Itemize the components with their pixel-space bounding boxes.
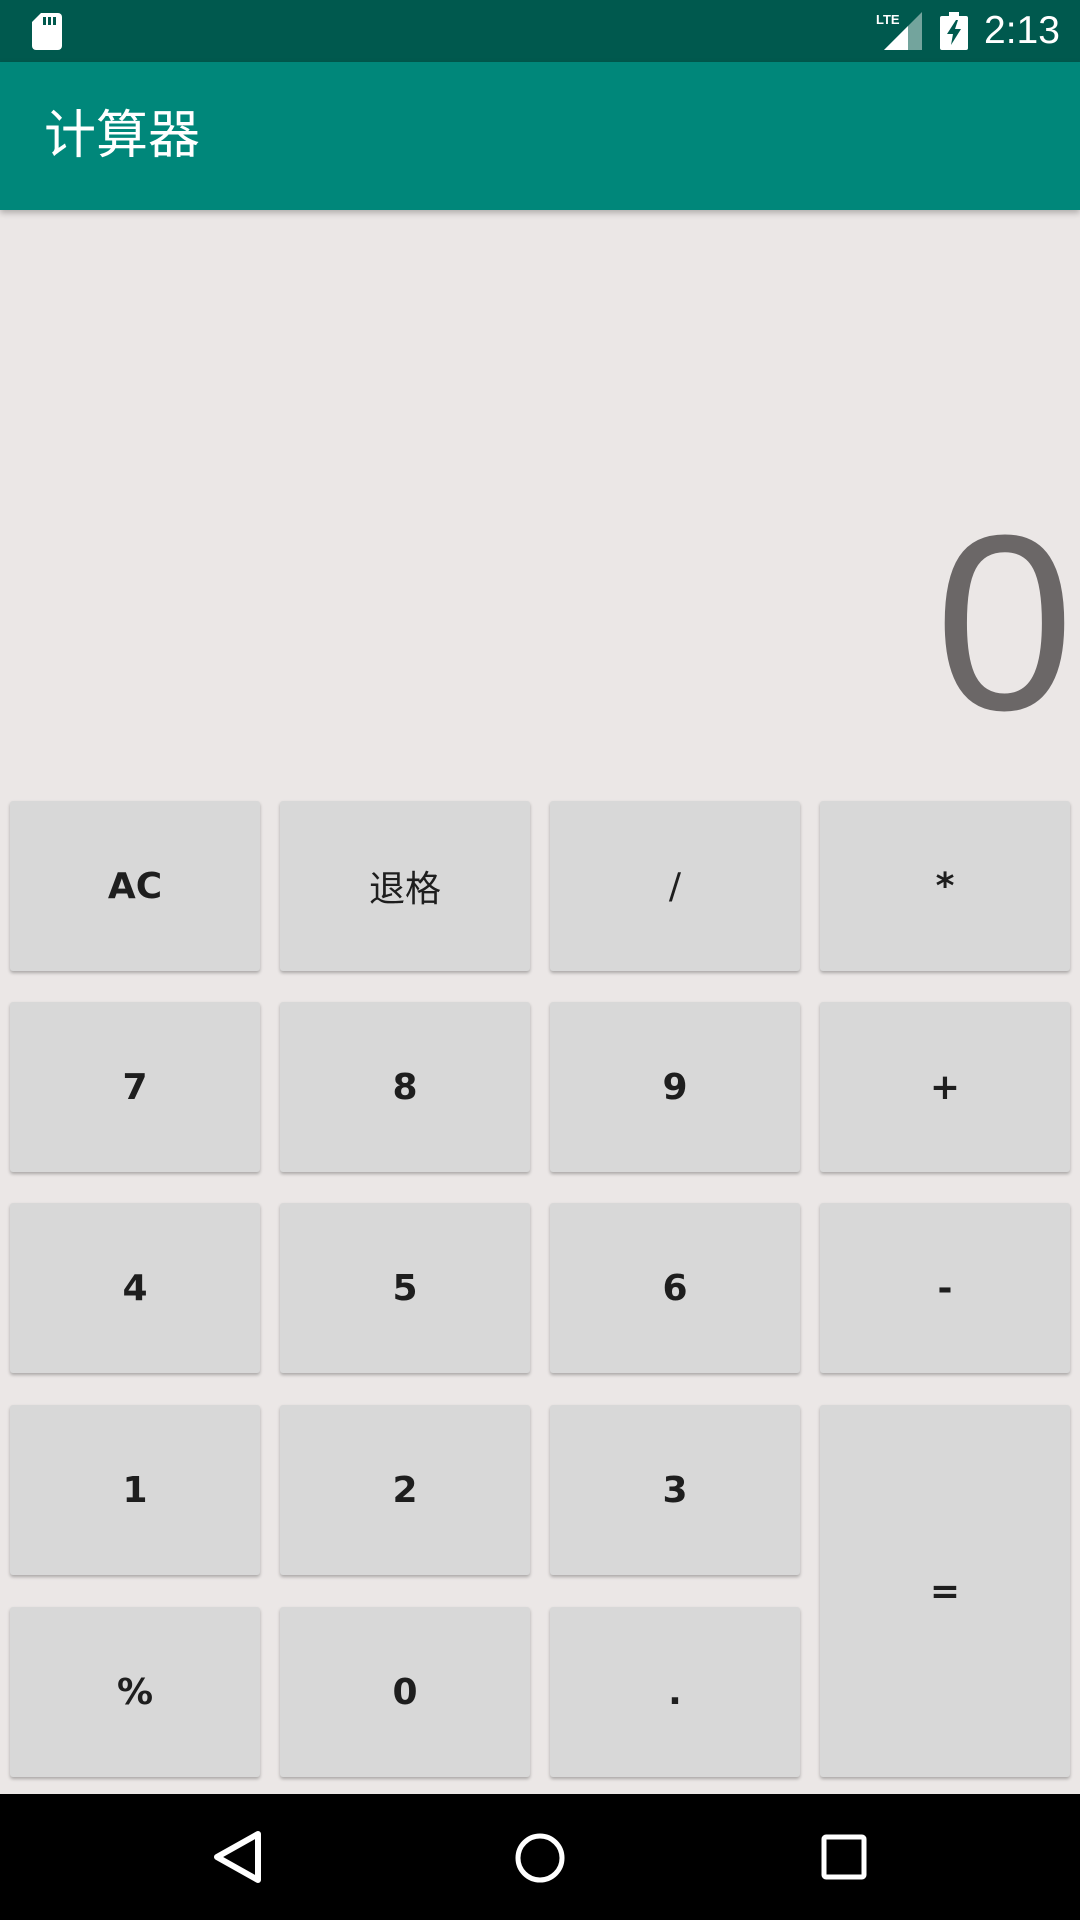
digit-1-button[interactable]: 1 (10, 1405, 260, 1575)
recents-icon[interactable] (821, 1834, 867, 1880)
multiply-button[interactable]: * (820, 801, 1070, 971)
result-display: 0 (934, 483, 1074, 762)
home-icon[interactable] (514, 1832, 566, 1884)
percent-button[interactable]: % (10, 1607, 260, 1777)
sd-card-icon (32, 13, 62, 50)
digit-9-button[interactable]: 9 (550, 1002, 800, 1172)
digit-0-button[interactable]: 0 (280, 1607, 530, 1777)
status-clock: 2:13 (984, 9, 1060, 52)
back-icon[interactable] (212, 1830, 262, 1884)
plus-button[interactable]: + (820, 1002, 1070, 1172)
battery-charging-icon (940, 12, 968, 50)
status-bar: LTE 2:13 (0, 0, 1080, 62)
lte-signal-icon: LTE (876, 12, 922, 50)
digit-5-button[interactable]: 5 (280, 1203, 530, 1373)
ac-button[interactable]: AC (10, 801, 260, 971)
decimal-point-button[interactable]: . (550, 1607, 800, 1777)
digit-8-button[interactable]: 8 (280, 1002, 530, 1172)
digit-2-button[interactable]: 2 (280, 1405, 530, 1575)
app-bar: 计算器 (0, 62, 1080, 210)
app-title: 计算器 (44, 106, 201, 166)
svg-text:LTE: LTE (876, 12, 900, 27)
digit-3-button[interactable]: 3 (550, 1405, 800, 1575)
backspace-button[interactable]: 退格 (280, 801, 530, 971)
equals-button[interactable]: = (820, 1405, 1070, 1777)
divide-button[interactable]: / (550, 801, 800, 971)
digit-4-button[interactable]: 4 (10, 1203, 260, 1373)
digit-7-button[interactable]: 7 (10, 1002, 260, 1172)
minus-button[interactable]: - (820, 1203, 1070, 1373)
digit-6-button[interactable]: 6 (550, 1203, 800, 1373)
